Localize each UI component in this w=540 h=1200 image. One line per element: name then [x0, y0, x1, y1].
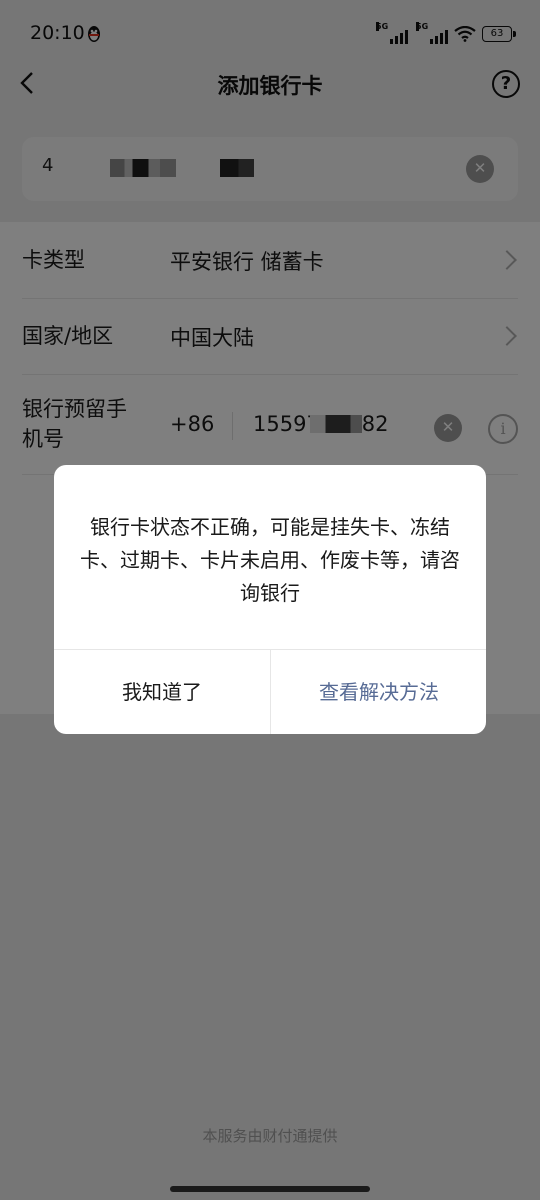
view-solution-button[interactable]: 查看解决方法	[271, 650, 486, 734]
ok-button[interactable]: 我知道了	[54, 650, 270, 734]
error-dialog: 银行卡状态不正确，可能是挂失卡、冻结卡、过期卡、卡片未启用、作废卡等，请咨询银行…	[54, 465, 486, 734]
home-indicator[interactable]	[170, 1186, 370, 1192]
dialog-message: 银行卡状态不正确，可能是挂失卡、冻结卡、过期卡、卡片未启用、作废卡等，请咨询银行	[80, 515, 460, 605]
